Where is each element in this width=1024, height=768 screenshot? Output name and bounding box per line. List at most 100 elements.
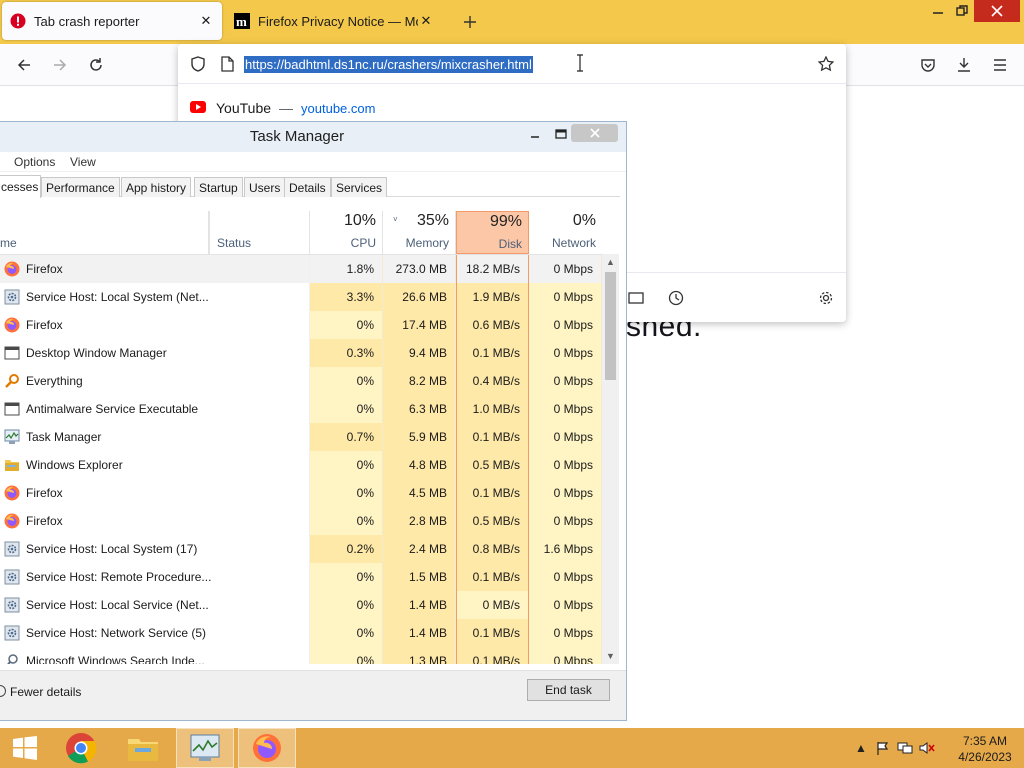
process-status	[209, 255, 310, 283]
table-row[interactable]: Firefox 0% 2.8 MB 0.5 MB/s 0 Mbps	[0, 507, 602, 535]
scrollbar-thumb[interactable]	[605, 272, 616, 380]
table-row[interactable]: Firefox 0% 17.4 MB 0.6 MB/s 0 Mbps	[0, 311, 602, 339]
process-network: 0 Mbps	[529, 283, 602, 311]
app-menu-button[interactable]	[988, 53, 1012, 77]
process-network: 0 Mbps	[529, 339, 602, 367]
gear-icon[interactable]	[818, 290, 834, 309]
col-network[interactable]: 0% Network	[529, 211, 602, 254]
tab-startup[interactable]: Startup	[194, 177, 243, 197]
speaker-muted-icon[interactable]	[916, 728, 938, 768]
chevron-up-icon[interactable]	[0, 685, 6, 697]
reload-button[interactable]	[84, 53, 108, 77]
urlbar[interactable]: https://badhtml.ds1nc.ru/crashers/mixcra…	[178, 44, 846, 84]
network-icon[interactable]	[894, 728, 916, 768]
tabs-icon[interactable]	[628, 291, 644, 308]
process-disk: 0.1 MB/s	[456, 423, 529, 451]
menu-options[interactable]: Options	[14, 155, 55, 169]
table-row[interactable]: Service Host: Local System (17) 0.2% 2.4 M…	[0, 535, 602, 563]
table-row[interactable]: Everything 0% 8.2 MB 0.4 MB/s 0 Mbps	[0, 367, 602, 395]
table-row[interactable]: Windows Explorer 0% 4.8 MB 0.5 MB/s 0 Mbps	[0, 451, 602, 479]
tab-app-history[interactable]: App history	[121, 177, 192, 197]
table-row[interactable]: Firefox 1.8% 273.0 MB 18.2 MB/s 0 Mbps	[0, 255, 602, 283]
tab-details[interactable]: Details	[284, 177, 331, 197]
firefox-icon	[4, 317, 20, 333]
col-name[interactable]: me	[0, 211, 209, 254]
task-manager-titlebar[interactable]: Task Manager	[0, 122, 626, 152]
process-name: Task Manager	[26, 430, 102, 444]
tab-close-icon[interactable]: ✕	[418, 13, 434, 29]
scroll-down-icon[interactable]: ▼	[602, 648, 619, 664]
window-close-button[interactable]	[974, 0, 1020, 22]
tab-services[interactable]: Services	[331, 177, 388, 197]
table-row[interactable]: Firefox 0% 4.5 MB 0.1 MB/s 0 Mbps	[0, 479, 602, 507]
process-status	[209, 283, 310, 311]
tm-maximize-button[interactable]	[552, 124, 570, 144]
tab-performance[interactable]: Performance	[41, 177, 120, 197]
col-cpu[interactable]: 10% CPU	[310, 211, 383, 254]
pocket-button[interactable]	[916, 53, 940, 77]
tab-title: Firefox Privacy Notice — Mozilla	[258, 13, 418, 29]
process-network: 0 Mbps	[529, 647, 602, 664]
table-row[interactable]: Service Host: Network Service (5) 0% 1.4 M…	[0, 619, 602, 647]
new-tab-button[interactable]	[460, 12, 480, 32]
table-row[interactable]: Microsoft Windows Search Inde... 0% 1.3 MB…	[0, 647, 602, 664]
start-button[interactable]	[0, 728, 50, 768]
minimize-icon	[531, 136, 539, 138]
taskbar-file-explorer[interactable]	[114, 728, 172, 768]
downloads-button[interactable]	[952, 53, 976, 77]
table-row[interactable]: Service Host: Local Service (Net... 0% 1.4…	[0, 591, 602, 619]
page-icon[interactable]	[220, 56, 234, 75]
process-list-scrollbar[interactable]: ▲ ▼	[602, 254, 619, 664]
restore-button[interactable]	[948, 0, 976, 22]
process-memory: 4.5 MB	[383, 479, 456, 507]
table-row[interactable]: Service Host: Remote Procedure... 0% 1.5 M…	[0, 563, 602, 591]
tab-privacy-notice[interactable]: m Firefox Privacy Notice — Mozilla ✕	[226, 2, 442, 40]
crash-warning-icon	[10, 13, 26, 29]
shield-icon[interactable]	[190, 56, 206, 75]
process-memory: 1.5 MB	[383, 563, 456, 591]
process-name: Firefox	[26, 514, 63, 528]
taskbar-firefox[interactable]	[238, 728, 296, 768]
process-memory: 1.4 MB	[383, 591, 456, 619]
url-input[interactable]: https://badhtml.ds1nc.ru/crashers/mixcra…	[244, 56, 533, 73]
fewer-details-link[interactable]: Fewer details	[10, 685, 81, 699]
star-icon[interactable]	[817, 55, 835, 75]
taskbar-task-manager[interactable]	[176, 728, 234, 768]
tab-users[interactable]: Users	[244, 177, 286, 197]
folder-icon	[4, 457, 20, 473]
taskbar-clock[interactable]: 7:35 AM 4/26/2023	[950, 733, 1020, 765]
process-name: Antimalware Service Executable	[26, 402, 199, 416]
tab-close-icon[interactable]: ✕	[198, 13, 214, 29]
table-row[interactable]: Task Manager 0.7% 5.9 MB 0.1 MB/s 0 Mbps	[0, 423, 602, 451]
col-memory[interactable]: ˅ 35% Memory	[383, 211, 456, 254]
scroll-up-icon[interactable]: ▲	[602, 254, 619, 270]
flag-icon[interactable]	[872, 728, 894, 768]
table-row[interactable]: Desktop Window Manager 0.3% 9.4 MB 0.1 MB/s…	[0, 339, 602, 367]
table-row[interactable]: Antimalware Service Executable 0% 6.3 MB 1.…	[0, 395, 602, 423]
arrow-right-icon	[54, 59, 67, 71]
tm-minimize-button[interactable]	[526, 124, 544, 144]
forward-button[interactable]	[48, 53, 72, 77]
tab-crash-reporter[interactable]: Tab crash reporter ✕	[2, 2, 222, 40]
suggestion-youtube[interactable]: YouTube — youtube.com	[190, 98, 375, 118]
process-cpu: 0%	[310, 451, 383, 479]
col-status-label: Status	[217, 236, 252, 250]
col-disk[interactable]: 99% Disk	[456, 211, 529, 254]
show-hidden-icons-icon[interactable]: ▲	[850, 728, 872, 768]
mozilla-m-icon: m	[234, 13, 250, 29]
process-network: 1.6 Mbps	[529, 535, 602, 563]
system-tray: ▲	[850, 728, 938, 768]
process-name: Microsoft Windows Search Inde...	[26, 654, 205, 664]
history-icon[interactable]	[668, 290, 684, 309]
menu-view[interactable]: View	[70, 155, 96, 169]
table-row[interactable]: Service Host: Local System (Net... 3.3% 26…	[0, 283, 602, 311]
tm-close-button[interactable]	[571, 124, 618, 142]
process-network: 0 Mbps	[529, 311, 602, 339]
memory-label: Memory	[405, 236, 449, 250]
col-status[interactable]: Status	[209, 211, 310, 254]
taskbar-chrome[interactable]	[52, 728, 110, 768]
end-task-button[interactable]: End task	[527, 679, 610, 701]
tab-processes[interactable]: cesses	[0, 175, 41, 198]
firefox-icon	[4, 513, 20, 529]
back-button[interactable]	[12, 53, 36, 77]
